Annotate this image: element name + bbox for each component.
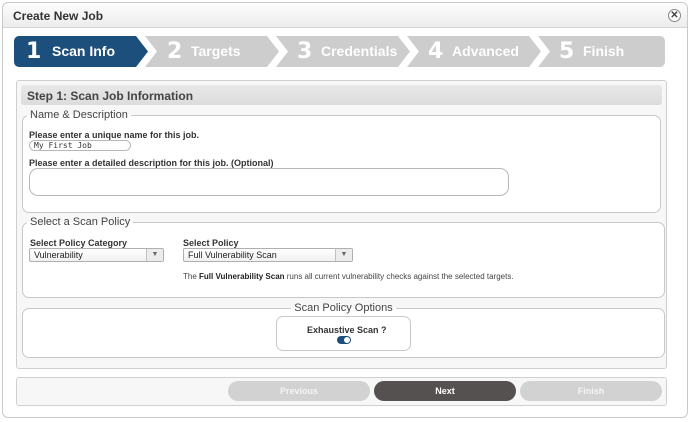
scan-info-panel: Step 1: Scan Job Information Name & Desc… [16, 80, 667, 369]
wizard-step-credentials[interactable]: 3 Credentials [276, 36, 410, 67]
job-name-input[interactable] [29, 140, 131, 151]
exhaustive-scan-option: Exhaustive Scan ? [276, 316, 411, 351]
dialog-titlebar: Create New Job ✕ [3, 3, 687, 28]
exhaustive-scan-label: Exhaustive Scan ? [307, 325, 387, 335]
policy-label: Select Policy [183, 238, 239, 248]
wizard-step-label: Finish [583, 43, 625, 59]
policy-category-select[interactable]: Vulnerability ▼ [29, 248, 164, 262]
wizard-step-finish[interactable]: 5 Finish [538, 36, 665, 67]
exhaustive-scan-toggle[interactable] [337, 336, 351, 344]
wizard-step-label: Targets [191, 43, 241, 59]
wizard-step-advanced[interactable]: 4 Advanced [407, 36, 541, 67]
panel-header: Step 1: Scan Job Information [21, 85, 662, 105]
scan-policy-options-legend: Scan Policy Options [294, 302, 393, 314]
close-icon[interactable]: ✕ [668, 9, 681, 22]
toggle-knob [344, 337, 350, 343]
policy-description: The Full Vulnerability Scan runs all cur… [183, 272, 514, 281]
job-description-label: Please enter a detailed description for … [29, 158, 274, 168]
policy-category-label: Select Policy Category [30, 238, 128, 248]
policy-value: Full Vulnerability Scan [188, 250, 277, 260]
policy-description-prefix: The [183, 272, 197, 281]
wizard-step-label: Advanced [452, 43, 519, 59]
chevron-down-icon: ▼ [335, 249, 352, 261]
wizard-step-label: Scan Info [52, 43, 116, 59]
wizard-step-number: 2 [167, 39, 183, 64]
wizard-step-label: Credentials [321, 43, 398, 59]
chevron-down-icon: ▼ [146, 249, 163, 261]
wizard-steps: 1 Scan Info 2 Targets 3 Credentials 4 Ad… [14, 36, 666, 69]
wizard-step-number: 1 [26, 39, 42, 64]
policy-category-value: Vulnerability [34, 250, 83, 260]
policy-description-name: Full Vulnerability Scan [199, 272, 285, 281]
name-description-legend: Name & Description [30, 109, 128, 121]
policy-description-text: runs all current vulnerability checks ag… [286, 272, 514, 281]
policy-select[interactable]: Full Vulnerability Scan ▼ [183, 248, 353, 262]
wizard-step-scan-info[interactable]: 1 Scan Info [14, 36, 148, 67]
scan-policy-legend: Select a Scan Policy [30, 216, 131, 228]
wizard-step-number: 3 [297, 39, 313, 64]
previous-button[interactable]: Previous [228, 381, 370, 401]
wizard-footer: Previous Next Finish [16, 377, 667, 406]
wizard-step-targets[interactable]: 2 Targets [145, 36, 279, 67]
dialog-title: Create New Job [13, 9, 104, 23]
finish-button[interactable]: Finish [520, 381, 662, 401]
next-button[interactable]: Next [374, 381, 516, 401]
wizard-step-number: 4 [428, 39, 444, 64]
wizard-step-number: 5 [559, 39, 575, 64]
job-name-label: Please enter a unique name for this job. [29, 130, 200, 140]
job-description-input[interactable] [29, 168, 509, 196]
